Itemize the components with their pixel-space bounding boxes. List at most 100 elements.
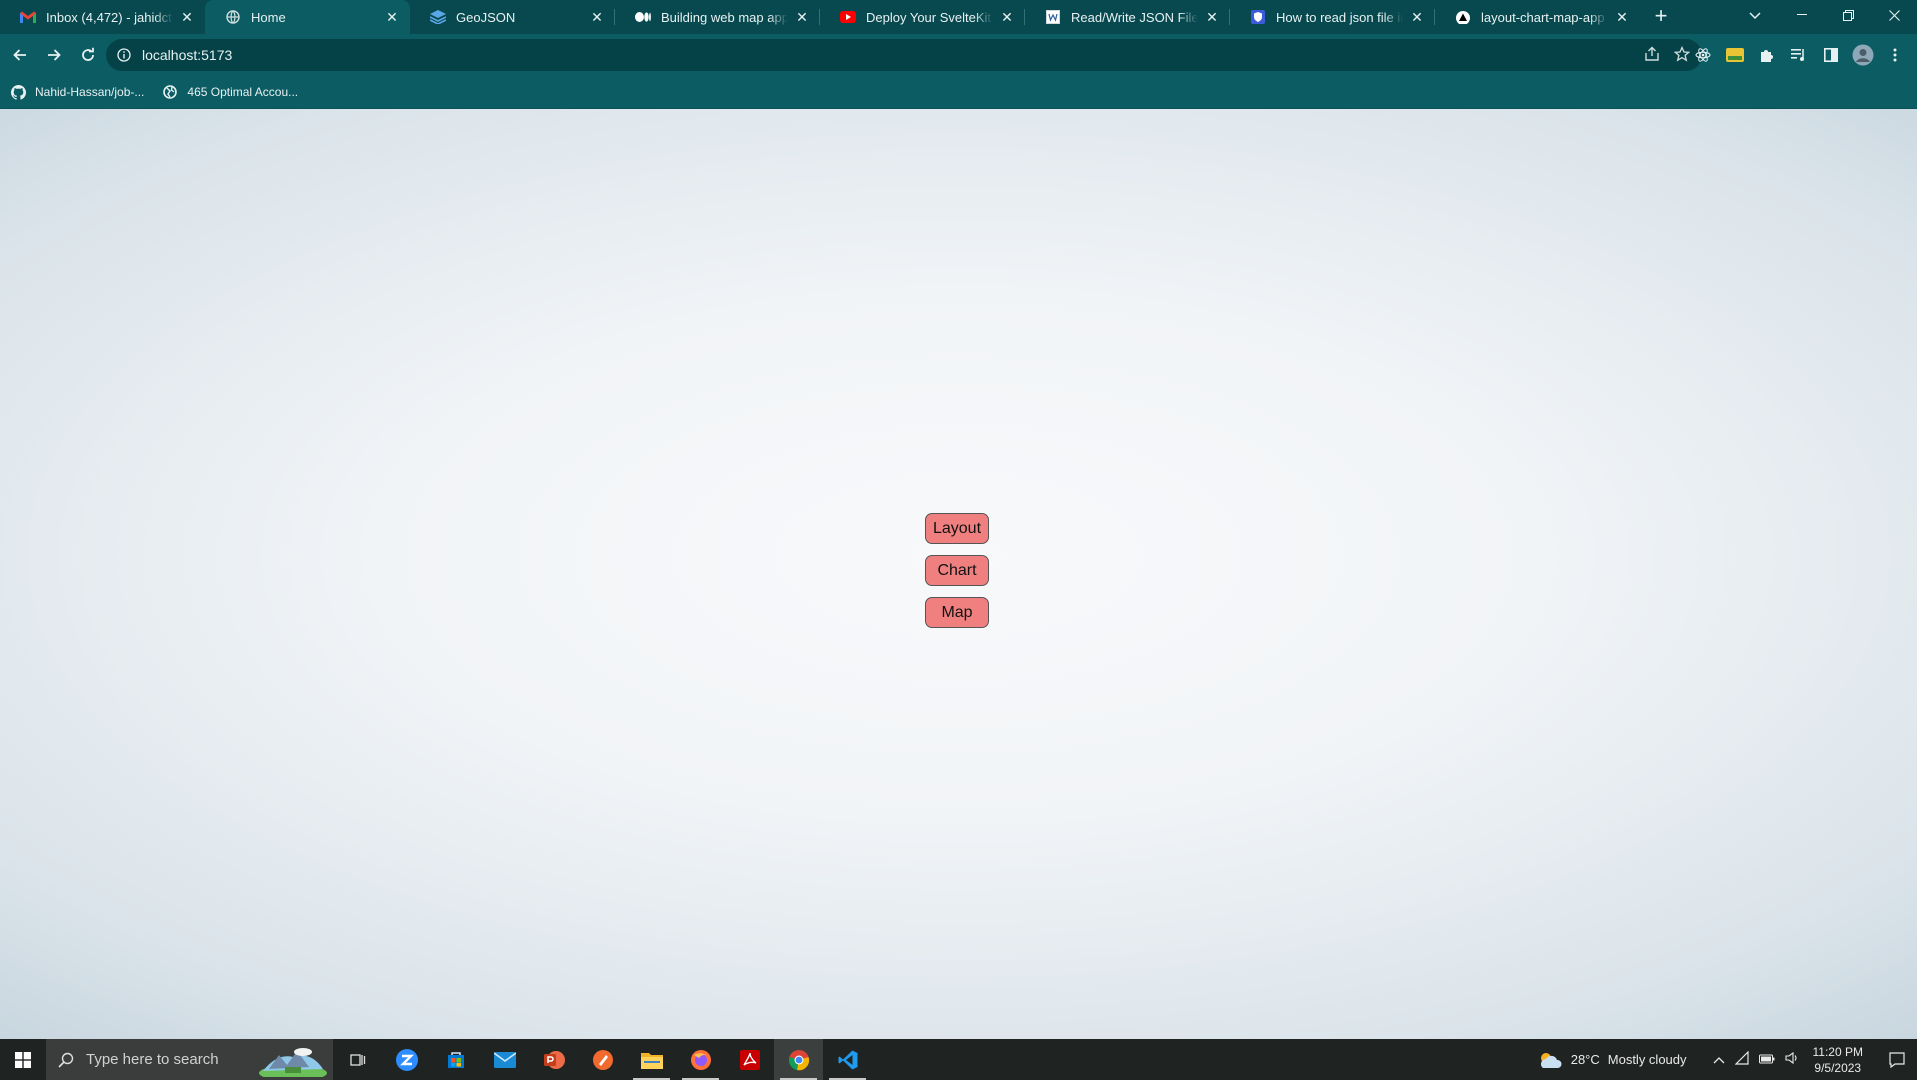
close-window-button[interactable] (1871, 0, 1917, 30)
gmail-icon (20, 9, 36, 25)
shield-icon (1250, 9, 1266, 25)
battery-icon[interactable] (1758, 1052, 1775, 1067)
side-panel-icon[interactable] (1815, 39, 1847, 71)
brave-app[interactable] (578, 1039, 627, 1080)
restore-button[interactable] (1825, 0, 1871, 30)
tab-title: Deploy Your SvelteKit App (866, 9, 993, 25)
tab-search-button[interactable] (1742, 4, 1768, 28)
toolbar-icons (1687, 39, 1911, 71)
close-icon[interactable]: ✕ (1409, 9, 1425, 25)
acrobat-app[interactable] (725, 1039, 774, 1080)
file-explorer-app[interactable] (627, 1039, 676, 1080)
mail-app[interactable] (480, 1039, 529, 1080)
layout-button[interactable]: Layout (925, 513, 989, 544)
forward-button[interactable] (38, 39, 70, 71)
close-icon[interactable]: ✕ (1614, 9, 1630, 25)
bookmarks-bar: Nahid-Hassan/job-... 465 Optimal Accou..… (0, 76, 1917, 109)
tab-gmail[interactable]: Inbox (4,472) - jahidctgcse ✕ (0, 0, 205, 34)
tab-strip: Inbox (4,472) - jahidctgcse ✕ Home ✕ Geo… (0, 0, 1917, 34)
acrobat-icon (739, 1049, 760, 1070)
address-bar[interactable]: localhost:5173 (106, 39, 1702, 71)
extensions-puzzle-icon[interactable] (1751, 39, 1783, 71)
store-icon (447, 1051, 464, 1068)
vscode-icon (838, 1050, 857, 1069)
back-arrow-icon (13, 49, 26, 61)
system-tray: 28°C Mostly cloudy 11:20 PM 9/5/2023 (1537, 1039, 1917, 1080)
folder-icon (640, 1052, 663, 1069)
react-devtools-icon[interactable] (1687, 39, 1719, 71)
weather-widget[interactable]: 28°C Mostly cloudy (1537, 1050, 1687, 1070)
bookmark-label: Nahid-Hassan/job-... (35, 85, 145, 99)
tab-youtube[interactable]: Deploy Your SvelteKit App ✕ (820, 0, 1025, 34)
zoom-app[interactable] (382, 1039, 431, 1080)
nav-button-group: Layout Chart Map (925, 513, 989, 628)
minimize-button[interactable] (1779, 0, 1825, 30)
tab-title: Building web map applicat (661, 9, 788, 25)
weather-temp: 28°C (1570, 1052, 1600, 1067)
globe-icon (225, 9, 241, 25)
close-icon[interactable]: ✕ (999, 9, 1015, 25)
youtube-icon (840, 9, 856, 25)
reload-button[interactable] (72, 39, 104, 71)
address-text: localhost:5173 (142, 47, 233, 63)
tab-title: Read/Write JSON Files with (1071, 9, 1198, 25)
media-control-icon[interactable] (1783, 39, 1815, 71)
extension-image-icon[interactable] (1719, 39, 1751, 71)
menu-kebab-icon[interactable] (1879, 39, 1911, 71)
tab-title: layout-chart-map-app – D (1481, 9, 1608, 25)
tab-geojson[interactable]: GeoJSON ✕ (410, 0, 615, 34)
taskbar-search-box[interactable]: Type here to search (46, 1039, 333, 1080)
mail-icon (493, 1051, 516, 1068)
close-icon[interactable]: ✕ (794, 9, 810, 25)
task-view-button[interactable] (333, 1039, 382, 1080)
chrome-app[interactable] (774, 1039, 823, 1080)
notification-center-button[interactable] (1877, 1051, 1917, 1068)
task-view-icon (349, 1053, 365, 1066)
page-viewport: Layout Chart Map (0, 109, 1917, 1039)
firefox-icon (690, 1049, 711, 1070)
powerpoint-icon (543, 1050, 565, 1069)
tab-readwrite-json[interactable]: Read/Write JSON Files with ✕ (1025, 0, 1230, 34)
notification-icon (1889, 1051, 1905, 1068)
github-icon (10, 84, 26, 100)
bookmark-github[interactable]: Nahid-Hassan/job-... (10, 84, 144, 100)
start-button[interactable] (0, 1039, 46, 1080)
volume-icon[interactable] (1784, 1051, 1799, 1068)
microsoft-store-app[interactable] (431, 1039, 480, 1080)
close-icon[interactable]: ✕ (1204, 9, 1220, 25)
medium-icon (635, 9, 651, 25)
chart-button[interactable]: Chart (925, 555, 989, 586)
weather-condition: Mostly cloudy (1607, 1052, 1687, 1067)
site-info-icon[interactable] (116, 47, 132, 63)
new-tab-button[interactable]: + (1644, 0, 1678, 34)
profile-avatar[interactable] (1847, 39, 1879, 71)
search-icon (58, 1052, 74, 1068)
search-placeholder: Type here to search (86, 1051, 219, 1068)
map-button[interactable]: Map (925, 597, 989, 628)
clock-date: 9/5/2023 (1814, 1060, 1862, 1075)
tab-medium[interactable]: Building web map applicat ✕ (615, 0, 820, 34)
window-controls (1779, 0, 1917, 34)
tab-read-json-java[interactable]: How to read json file in Ja ✕ (1230, 0, 1435, 34)
close-icon[interactable]: ✕ (384, 9, 400, 25)
network-icon[interactable] (1734, 1050, 1749, 1068)
tab-home[interactable]: Home ✕ (205, 0, 410, 34)
close-icon[interactable]: ✕ (179, 9, 195, 25)
windows-logo-icon (15, 1051, 31, 1068)
bookmark-optimal-accounts[interactable]: 465 Optimal Accou... (162, 84, 298, 100)
doc-icon (1045, 9, 1061, 25)
close-icon[interactable]: ✕ (589, 9, 605, 25)
reload-icon (82, 47, 94, 61)
taskbar-clock[interactable]: 11:20 PM 9/5/2023 (1813, 1044, 1863, 1076)
powerpoint-app[interactable] (529, 1039, 578, 1080)
vercel-icon (1455, 9, 1471, 25)
tab-vercel[interactable]: layout-chart-map-app – D ✕ (1435, 0, 1640, 34)
forward-arrow-icon (48, 49, 61, 61)
back-button[interactable] (4, 39, 36, 71)
vscode-app[interactable] (823, 1039, 872, 1080)
chevron-up-icon[interactable] (1713, 1052, 1725, 1067)
bookmark-label: 465 Optimal Accou... (187, 85, 299, 99)
firefox-app[interactable] (676, 1039, 725, 1080)
windows-taskbar: Type here to search 28°C Mostly cloudy 1… (0, 1039, 1917, 1080)
share-icon[interactable] (1644, 46, 1660, 65)
